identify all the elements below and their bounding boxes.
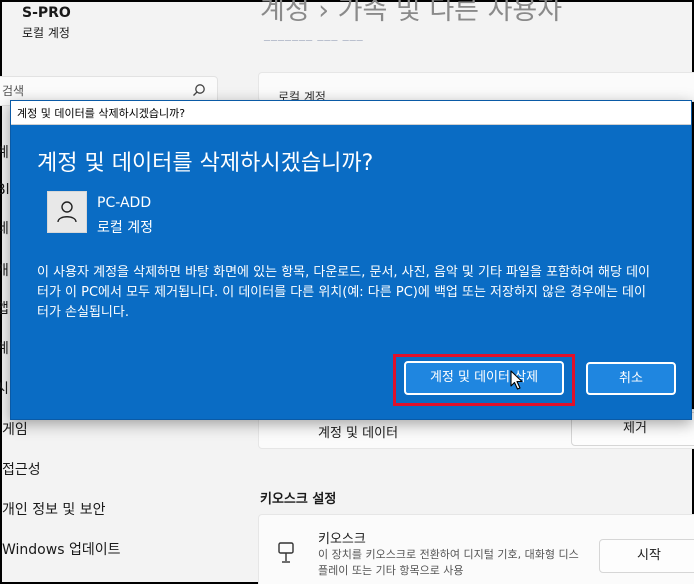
dialog-heading: 계정 및 데이터를 삭제하시겠습니까? <box>37 151 374 176</box>
sidebar-item-fragment[interactable]: 시 <box>0 378 9 398</box>
page-title: 계정 › 가족 및 다른 사용자 <box>260 0 563 26</box>
avatar <box>47 191 87 233</box>
account-data-label: 계정 및 데이터 <box>318 426 399 441</box>
sidebar-item-privacy[interactable]: 개인 정보 및 보안 <box>2 499 106 519</box>
account-type: 로컬 계정 <box>97 220 153 236</box>
dialog-message: 이 사용자 계정을 삭제하면 바탕 화면에 있는 항목, 다운로드, 문서, 사… <box>37 265 651 320</box>
sidebar-item-fragment[interactable]: 개 <box>0 260 9 280</box>
kiosk-section-title: 키오스크 설정 <box>260 492 337 507</box>
kiosk-name: 키오스크 <box>318 532 366 547</box>
sidebar-item-fragment[interactable]: 계 <box>0 338 9 358</box>
kiosk-start-button[interactable]: 시작 <box>599 539 694 573</box>
mouse-cursor-icon <box>510 370 524 394</box>
sidebar-item-fragment[interactable]: 네 <box>0 218 9 238</box>
kiosk-description: 이 장치를 키오스크로 전환하여 디지털 기호, 대화형 디스플레이 또는 기타… <box>318 548 579 577</box>
sidebar-item-gaming[interactable]: 게임 <box>2 419 28 439</box>
account-name: PC-ADD <box>97 195 152 211</box>
user-account-type: 로컬 계정 <box>22 26 70 40</box>
delete-account-button[interactable]: 계정 및 데이터 삭제 <box>404 361 564 395</box>
sidebar-item-fragment[interactable]: 계 <box>0 142 9 162</box>
sidebar-item-windows-update[interactable]: Windows 업데이트 <box>2 539 120 559</box>
delete-account-dialog: 계정 및 데이터를 삭제하시겠습니까? 계정 및 데이터를 삭제하시겠습니까? … <box>10 100 692 420</box>
user-icon <box>57 201 77 223</box>
dialog-titlebar-text: 계정 및 데이터를 삭제하시겠습니까? <box>17 107 186 120</box>
cancel-button[interactable]: 취소 <box>586 362 676 395</box>
sidebar-item-accessibility[interactable]: 접근성 <box>2 459 41 479</box>
search-placeholder: 검색 <box>2 84 25 98</box>
sidebar-item-fragment[interactable]: 앱 <box>0 298 9 318</box>
sidebar-item-fragment[interactable]: Bl <box>0 182 10 198</box>
kiosk-icon <box>277 542 295 568</box>
search-icon[interactable] <box>192 82 206 101</box>
dialog-titlebar[interactable]: 계정 및 데이터를 삭제하시겠습니까? <box>11 101 691 125</box>
user-name: S-PRO <box>22 5 71 21</box>
page-subtitle-fragment: ─────── ─── ─── <box>264 36 364 47</box>
